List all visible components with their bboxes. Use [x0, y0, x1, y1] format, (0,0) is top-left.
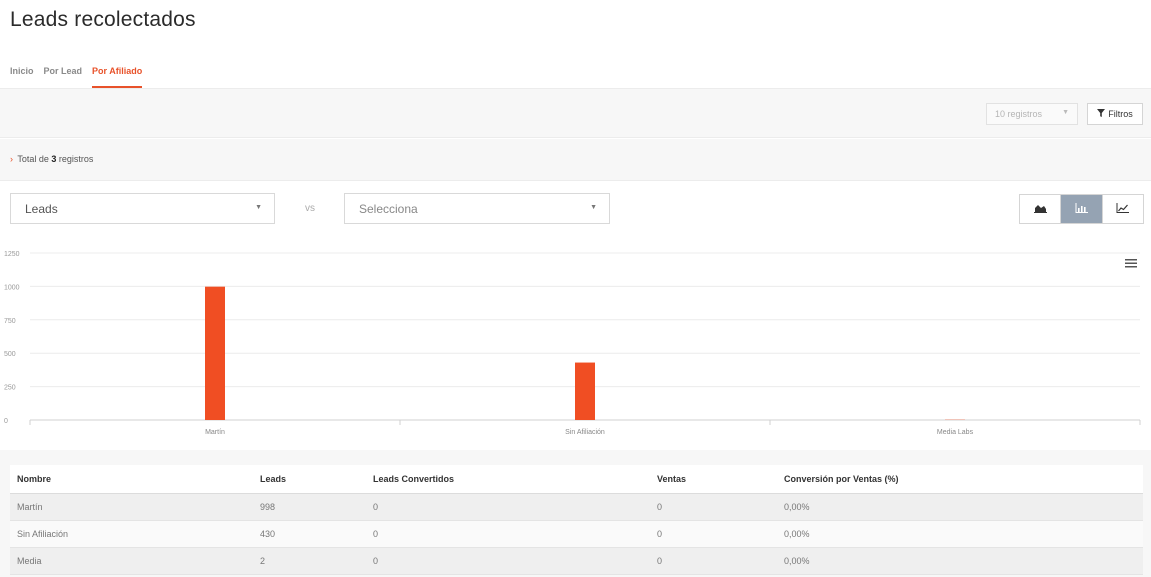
y-tick-label: 0: [4, 418, 8, 425]
totals-suffix: registros: [58, 154, 94, 164]
tab-por-lead[interactable]: Por Lead: [44, 66, 83, 88]
x-tick-label: Martín: [205, 429, 225, 436]
cell-ventas: 0: [650, 493, 777, 521]
toolbar: 10 registros ▼ Filtros: [0, 88, 1151, 138]
table-row: Martín 998 0 0 0,00%: [10, 493, 1143, 521]
cell-nombre: Sin Afiliación: [10, 520, 253, 548]
cell-nombre: Media: [10, 547, 253, 575]
totals-count: 3: [51, 154, 57, 164]
line-chart-button[interactable]: [1103, 195, 1143, 223]
column-header-leads[interactable]: Leads: [253, 465, 366, 494]
data-table-container: Nombre Leads Leads Convertidos Ventas Co…: [0, 450, 1151, 577]
cell-leads-convertidos: 0: [366, 547, 650, 575]
tab-inicio[interactable]: Inicio: [10, 66, 34, 88]
table-row: Sin Afiliación 430 0 0 0,00%: [10, 520, 1143, 548]
tab-por-afiliado[interactable]: Por Afiliado: [92, 66, 143, 88]
bar-0: [205, 286, 225, 420]
area-chart-icon: [1033, 200, 1047, 218]
column-header-leads-convertidos[interactable]: Leads Convertidos: [366, 465, 650, 494]
cell-leads: 430: [253, 520, 366, 548]
cell-ventas: 0: [650, 547, 777, 575]
y-tick-label: 250: [4, 385, 16, 392]
column-header-nombre[interactable]: Nombre: [10, 465, 253, 494]
cell-nombre: Martín: [10, 493, 253, 521]
chevron-down-icon: ▼: [1062, 109, 1069, 116]
metric-secondary-select[interactable]: Selecciona ▼: [344, 193, 610, 224]
bar-chart: 0 250 500 750 1000 1250 Martín Sin Afiliación Me…: [4, 251, 1141, 436]
y-tick-label: 1000: [4, 284, 20, 291]
records-per-page-select[interactable]: 10 registros ▼: [986, 103, 1078, 125]
cell-conversion: 0,00%: [777, 547, 1143, 575]
funnel-icon: [1097, 109, 1106, 119]
line-chart-icon: [1116, 200, 1130, 218]
cell-conversion: 0,00%: [777, 493, 1143, 521]
records-per-page-value: 10 registros: [995, 109, 1043, 119]
chevron-right-icon: ›: [10, 154, 13, 164]
affiliates-table: Nombre Leads Leads Convertidos Ventas Co…: [10, 465, 1143, 575]
bar-1: [575, 362, 595, 420]
cell-conversion: 0,00%: [777, 520, 1143, 548]
tab-bar: Inicio Por Lead Por Afiliado: [10, 66, 152, 88]
y-tick-label: 750: [4, 318, 16, 325]
vs-label: vs: [305, 203, 315, 214]
chevron-down-icon: ▼: [255, 204, 262, 211]
chart-view-toggle: [1019, 194, 1144, 224]
totals-prefix: Total de: [17, 154, 49, 164]
column-header-ventas[interactable]: Ventas: [650, 465, 777, 494]
bar-chart-button[interactable]: [1061, 195, 1103, 223]
cell-leads-convertidos: 0: [366, 493, 650, 521]
filters-button[interactable]: Filtros: [1087, 103, 1143, 125]
bar-chart-icon: [1075, 200, 1088, 218]
cell-leads: 998: [253, 493, 366, 521]
metric-secondary-value: Selecciona: [359, 202, 418, 216]
cell-leads: 2: [253, 547, 366, 575]
metric-primary-value: Leads: [25, 202, 58, 216]
y-tick-label: 1250: [4, 251, 20, 258]
column-header-conversion[interactable]: Conversión por Ventas (%): [777, 465, 1143, 494]
table-header-row: Nombre Leads Leads Convertidos Ventas Co…: [10, 465, 1143, 494]
cell-ventas: 0: [650, 520, 777, 548]
area-chart-button[interactable]: [1020, 195, 1062, 223]
totals-summary: › Total de 3 registros: [0, 139, 1151, 181]
cell-leads-convertidos: 0: [366, 520, 650, 548]
filters-label: Filtros: [1108, 109, 1133, 119]
x-tick-label: Media Labs: [937, 429, 974, 436]
metric-primary-select[interactable]: Leads ▼: [10, 193, 275, 224]
chevron-down-icon: ▼: [590, 204, 597, 211]
x-tick-label: Sin Afiliación: [565, 429, 605, 436]
y-tick-label: 500: [4, 351, 16, 358]
table-row: Media 2 0 0 0,00%: [10, 547, 1143, 575]
page-title: Leads recolectados: [10, 8, 196, 31]
